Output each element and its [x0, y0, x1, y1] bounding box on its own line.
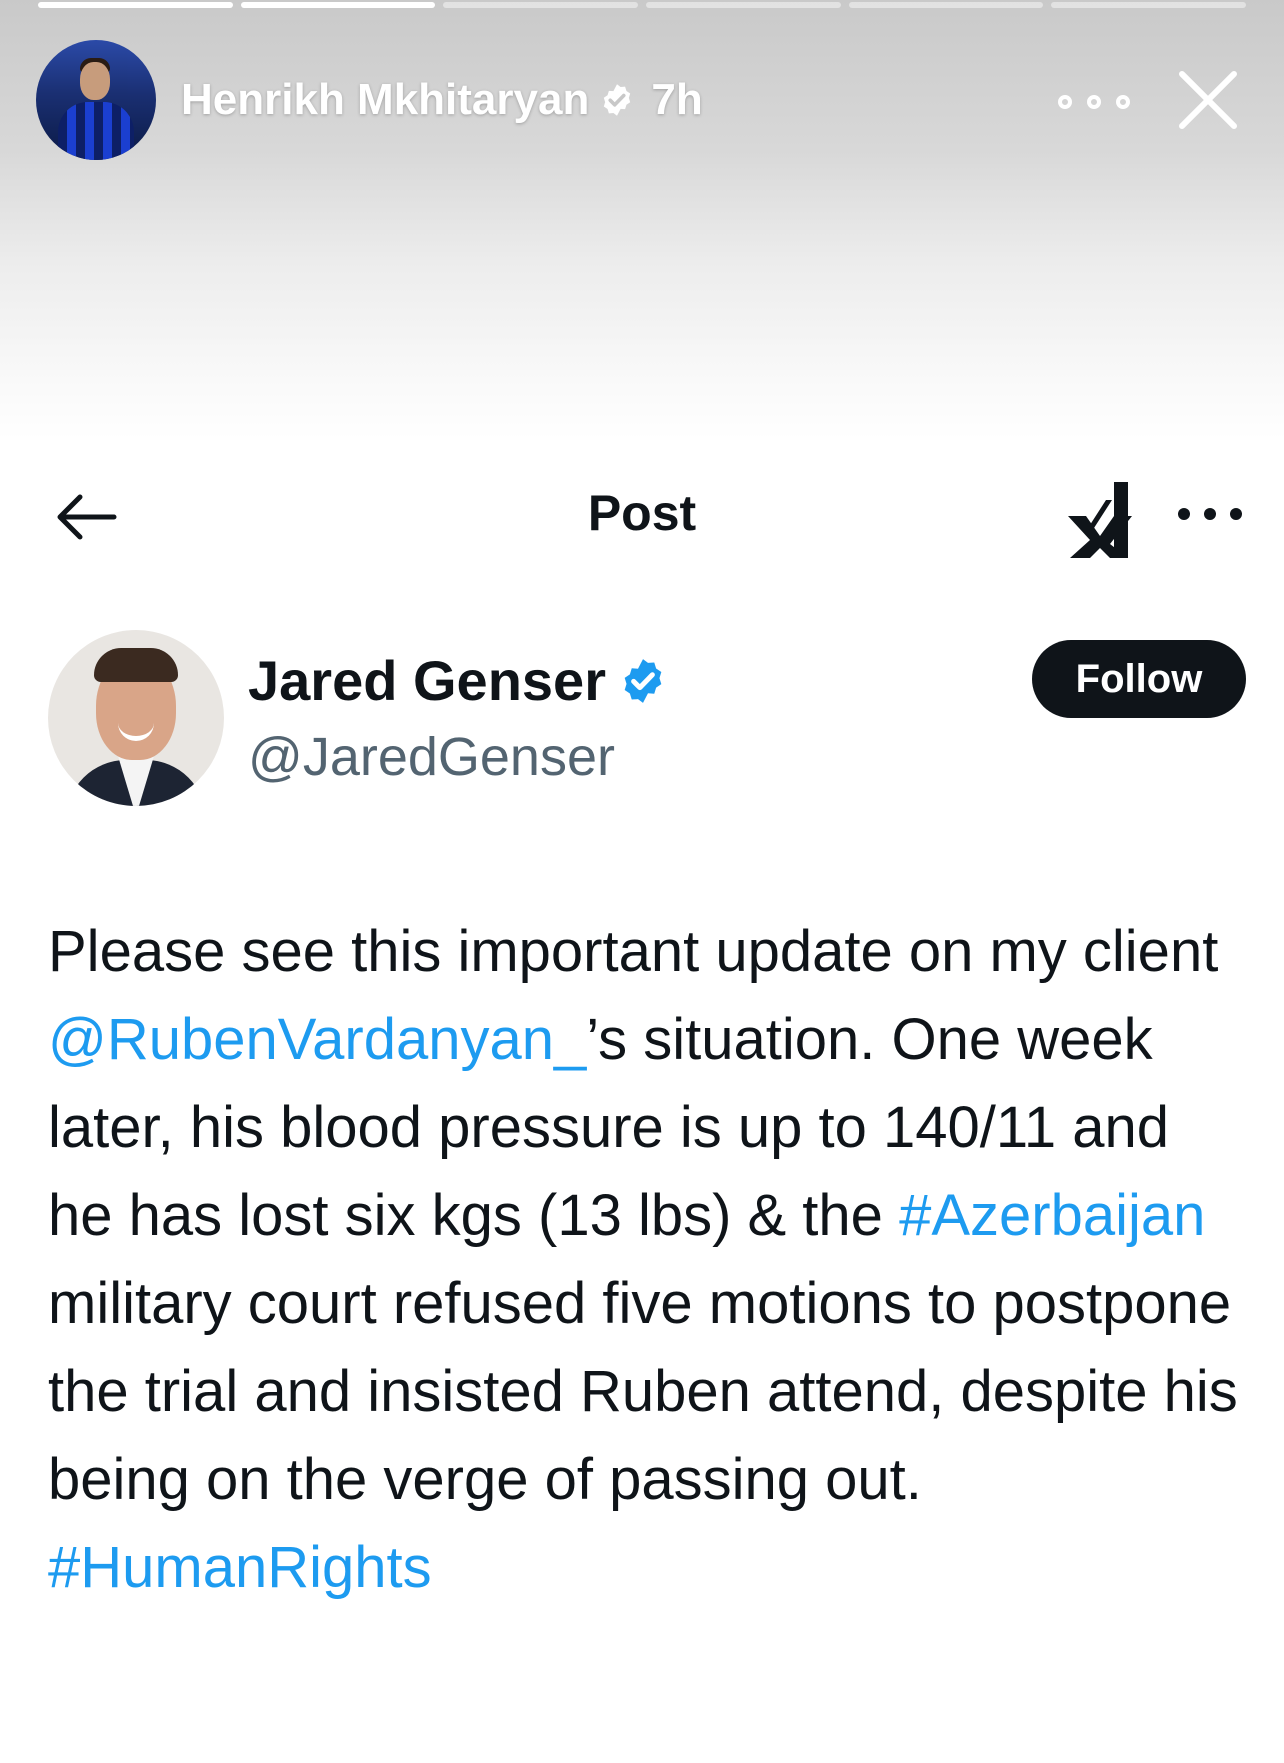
- tweet-text-segment: Please see this important update on my c…: [48, 919, 1219, 984]
- close-icon[interactable]: [1168, 60, 1248, 140]
- avatar-hair: [94, 648, 178, 682]
- author-name[interactable]: Jared Genser: [248, 648, 606, 713]
- avatar-head: [80, 62, 110, 100]
- verified-badge-icon: [604, 84, 631, 116]
- dot-icon: [1116, 95, 1130, 109]
- mention-link[interactable]: @RubenVardanyan_: [48, 1007, 586, 1072]
- progress-fill: [240, 2, 436, 8]
- author-name-row[interactable]: Jared Genser: [248, 648, 668, 713]
- progress-segment: [38, 2, 233, 8]
- story-avatar[interactable]: [36, 40, 156, 160]
- story-header: Henrikh Mkhitaryan 7h: [36, 40, 1248, 160]
- dot-icon: [1087, 95, 1101, 109]
- dot-icon: [1058, 95, 1072, 109]
- author-avatar[interactable]: [48, 630, 224, 806]
- story-time: 7h: [651, 75, 703, 124]
- hashtag-link[interactable]: #Azerbaijan: [899, 1183, 1205, 1248]
- dot-icon: [1178, 508, 1190, 520]
- story-username[interactable]: Henrikh Mkhitaryan: [181, 75, 589, 125]
- progress-segment: [443, 2, 639, 8]
- story-user-info[interactable]: Henrikh Mkhitaryan 7h: [181, 70, 703, 130]
- hashtag-link[interactable]: #HumanRights: [48, 1535, 432, 1600]
- dot-icon: [1230, 508, 1242, 520]
- progress-fill: [38, 2, 233, 8]
- dot-icon: [1204, 508, 1216, 520]
- progress-segment: [646, 2, 841, 8]
- tweet-text: Please see this important update on my c…: [48, 908, 1248, 1612]
- author-handle[interactable]: @JaredGenser: [248, 726, 615, 788]
- follow-button[interactable]: Follow: [1032, 640, 1246, 718]
- progress-segment: [240, 2, 436, 8]
- tweet-text-segment: military court refused five motions to p…: [48, 1271, 1238, 1512]
- progress-segment: [848, 2, 1044, 8]
- x-logo-icon: [1068, 482, 1132, 558]
- ellipsis-circles-icon[interactable]: [1058, 90, 1130, 114]
- progress-segment: [1051, 2, 1247, 8]
- story-progress-bar: [38, 2, 1247, 8]
- verified-badge-icon: [624, 658, 662, 703]
- instagram-story: Henrikh Mkhitaryan 7h Post Jared Genser …: [0, 0, 1284, 1763]
- avatar-jersey: [58, 102, 134, 160]
- more-options-icon[interactable]: [1178, 508, 1242, 522]
